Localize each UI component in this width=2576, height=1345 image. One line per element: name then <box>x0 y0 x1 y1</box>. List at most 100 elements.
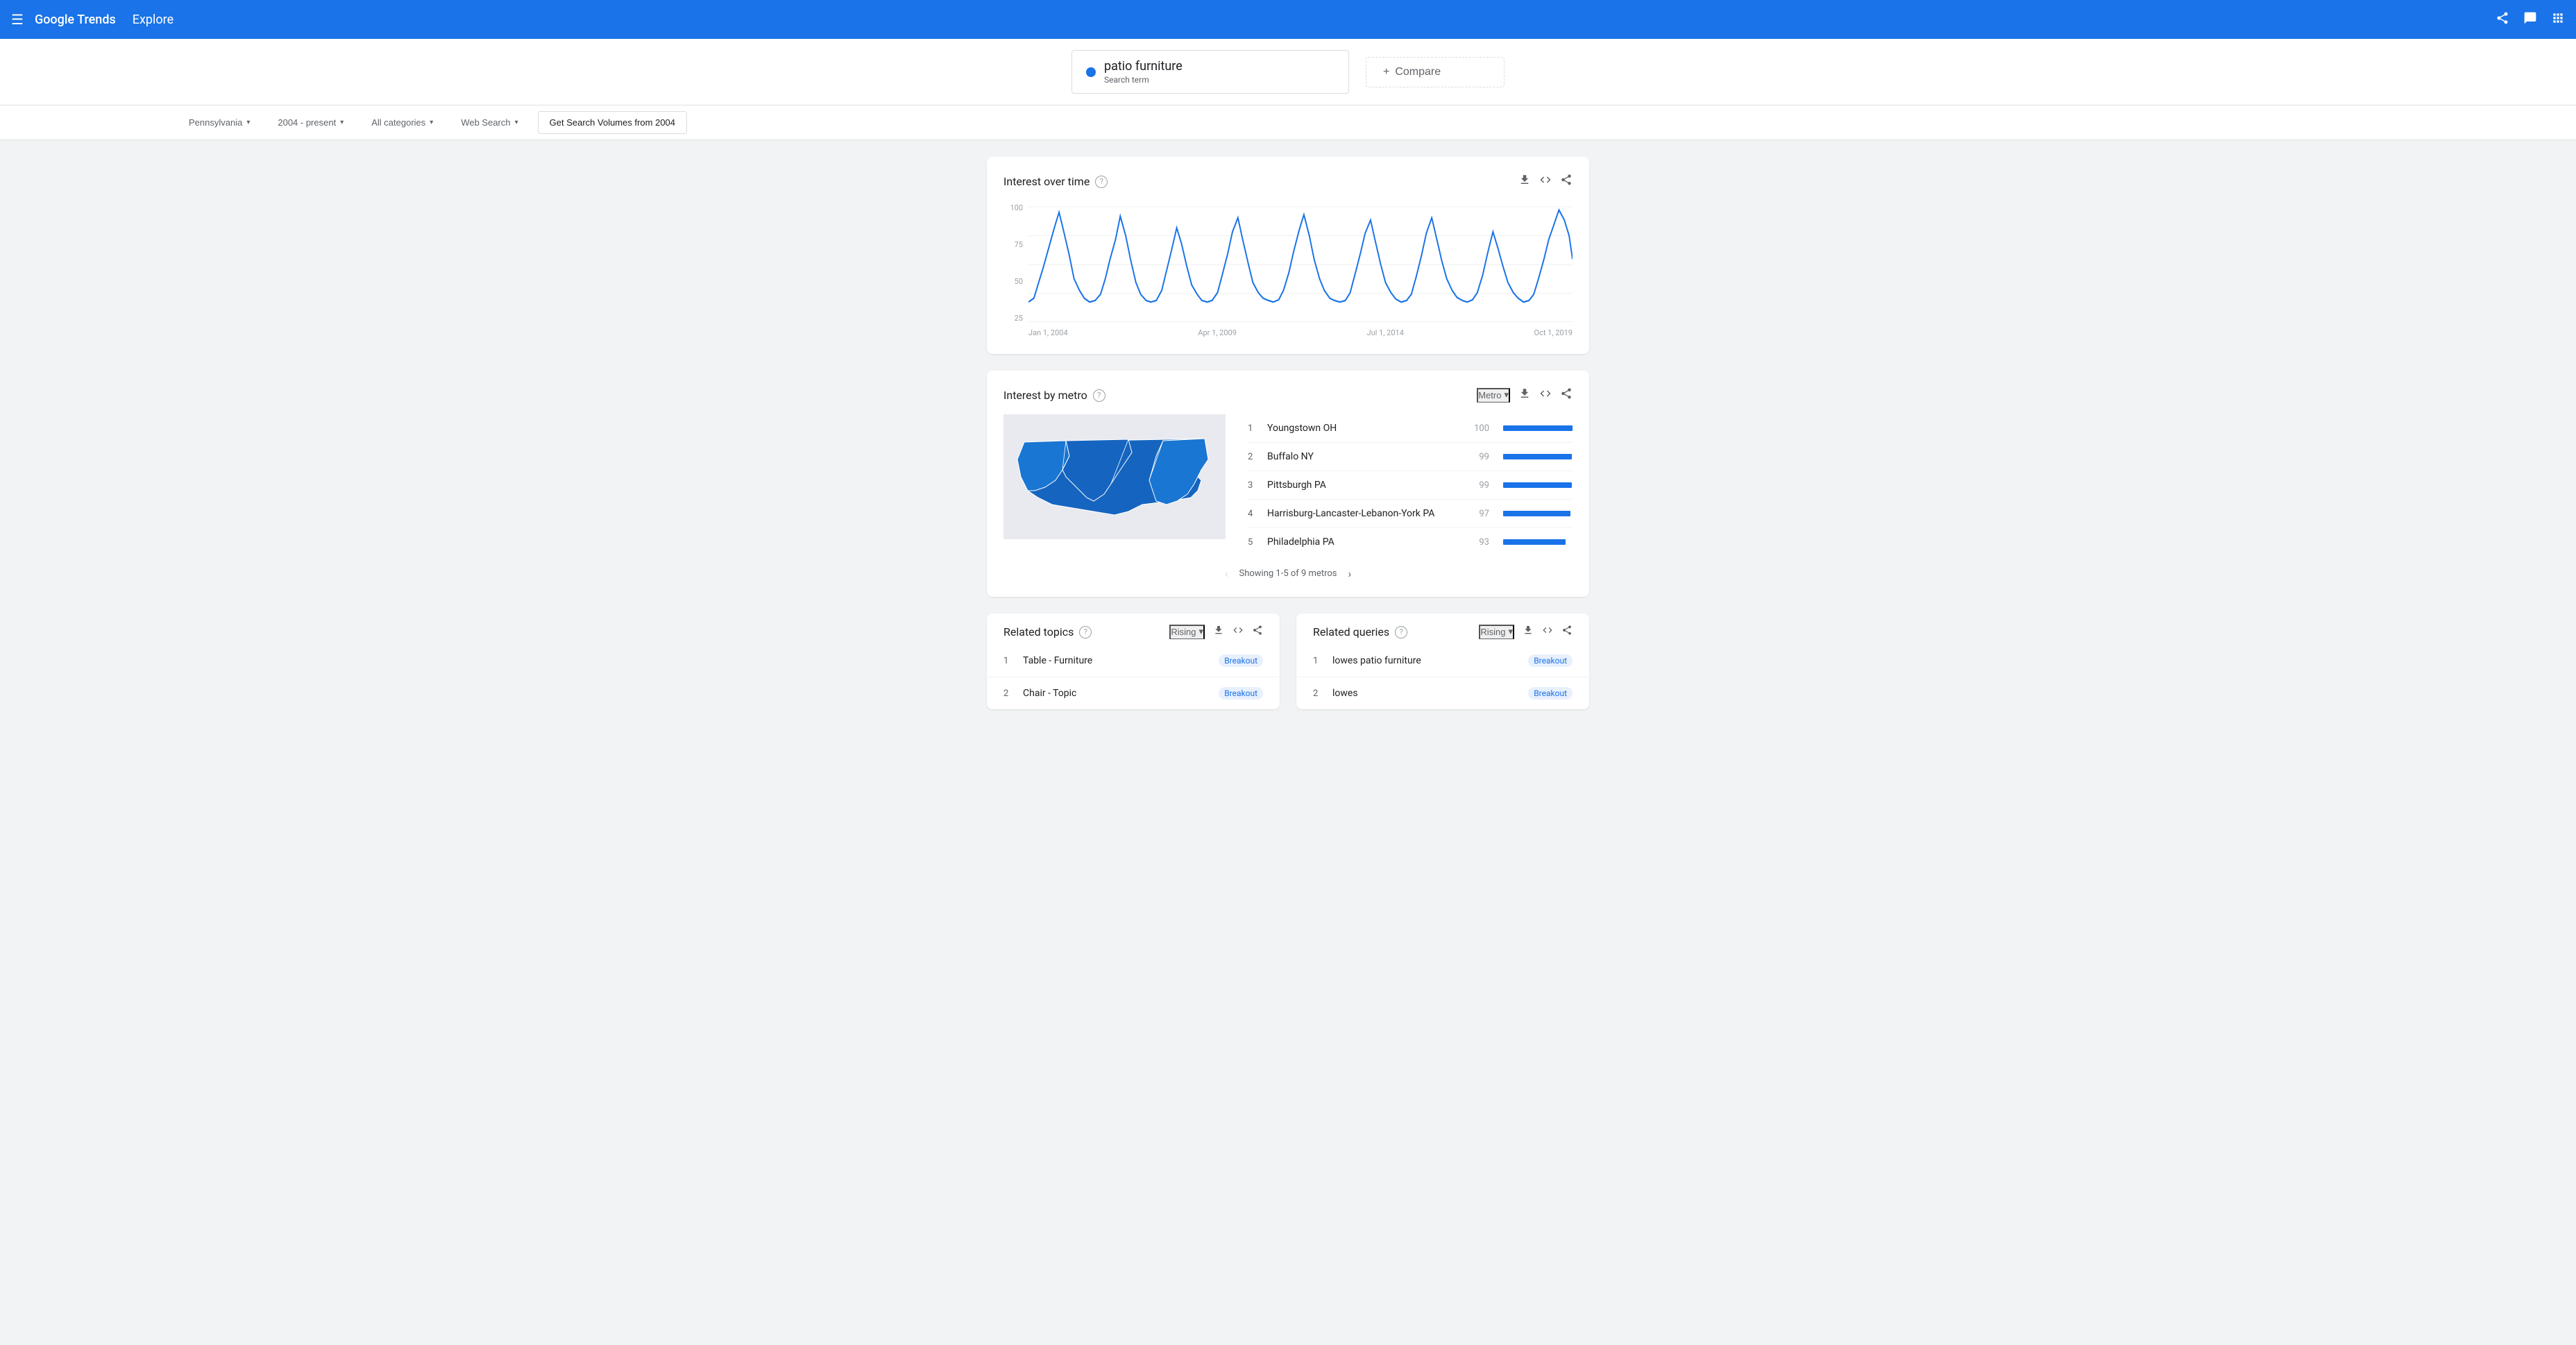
related-topic-badge-2: Breakout <box>1219 687 1263 700</box>
pagination-prev[interactable]: ‹ <box>1225 567 1228 580</box>
related-topic-rank-1: 1 <box>1003 656 1015 666</box>
category-filter[interactable]: All categories ▾ <box>363 113 441 132</box>
related-topics-filter[interactable]: Rising ▾ <box>1169 625 1205 639</box>
y-label-75: 75 <box>1003 240 1023 249</box>
metro-value-1: 100 <box>1470 423 1489 434</box>
related-query-item-1: 1 lowes patio furniture Breakout <box>1296 645 1589 677</box>
related-topics-help[interactable]: ? <box>1079 626 1092 638</box>
search-type-filter[interactable]: Web Search ▾ <box>452 113 526 132</box>
metro-item-4: 4 Harrisburg-Lancaster-Lebanon-York PA 9… <box>1248 500 1573 528</box>
metro-rank-5: 5 <box>1248 537 1259 548</box>
interest-over-time-help[interactable]: ? <box>1095 176 1108 188</box>
map-container <box>1003 414 1226 539</box>
region-filter[interactable]: Pennsylvania ▾ <box>180 113 258 132</box>
interest-by-metro-header: Interest by metro ? Metro ▾ <box>1003 387 1573 403</box>
embed-icon[interactable] <box>1539 174 1552 189</box>
search-term-indicator <box>1086 67 1096 77</box>
pennsylvania-map <box>1003 414 1226 539</box>
metro-rank-1: 1 <box>1248 423 1259 434</box>
metro-list: 1 Youngstown OH 100 2 Buffalo NY 99 <box>1248 414 1573 556</box>
related-queries-help[interactable]: ? <box>1395 626 1407 638</box>
time-filter[interactable]: 2004 - present ▾ <box>269 113 352 132</box>
header-icons <box>2496 11 2565 28</box>
metro-download-icon[interactable] <box>1518 387 1531 403</box>
search-term-box[interactable]: patio furniture Search term <box>1071 50 1349 94</box>
time-chevron: ▾ <box>340 119 344 126</box>
metro-filter-button[interactable]: Metro ▾ <box>1477 388 1510 403</box>
metro-pagination: ‹ Showing 1-5 of 9 metros › <box>1003 556 1573 580</box>
compare-button[interactable]: + Compare <box>1366 57 1505 87</box>
metro-name-5: Philadelphia PA <box>1267 536 1461 548</box>
main-content: Interest over time ? 100 75 <box>976 140 1600 726</box>
related-topics-filter-label: Rising <box>1171 627 1196 637</box>
get-volumes-button[interactable]: Get Search Volumes from 2004 <box>538 111 687 134</box>
related-queries-download-icon[interactable] <box>1523 625 1534 639</box>
metro-value-5: 93 <box>1470 537 1489 548</box>
y-label-100: 100 <box>1003 203 1023 212</box>
metro-bar-3 <box>1503 482 1572 488</box>
metro-bar-5 <box>1503 539 1566 545</box>
related-queries-share-icon[interactable] <box>1561 625 1573 639</box>
metro-name-2: Buffalo NY <box>1267 451 1461 462</box>
related-topic-badge-1: Breakout <box>1219 654 1263 667</box>
related-topics-embed-icon[interactable] <box>1232 625 1244 639</box>
download-icon[interactable] <box>1518 174 1531 189</box>
metro-bar-container-3 <box>1503 482 1573 488</box>
related-topic-name-2: Chair - Topic <box>1023 688 1210 699</box>
related-queries-header: Related queries ? Rising ▾ <box>1296 614 1589 645</box>
metro-filter-label: Metro <box>1478 390 1501 400</box>
metro-embed-icon[interactable] <box>1539 387 1552 403</box>
pagination-next[interactable]: › <box>1348 567 1352 580</box>
metro-content: 1 Youngstown OH 100 2 Buffalo NY 99 <box>1003 414 1573 556</box>
interest-over-time-actions <box>1518 174 1573 189</box>
metro-bar-1 <box>1503 425 1573 431</box>
apps-icon[interactable] <box>2551 11 2565 28</box>
related-topics-actions: Rising ▾ <box>1169 625 1263 639</box>
search-type-chevron: ▾ <box>515 119 518 126</box>
metro-bar-2 <box>1503 454 1572 459</box>
chart-svg-wrapper <box>1028 201 1573 325</box>
metro-bar-4 <box>1503 511 1570 516</box>
menu-icon[interactable]: ☰ <box>11 11 24 28</box>
related-query-badge-1: Breakout <box>1528 654 1573 667</box>
metro-rank-3: 3 <box>1248 480 1259 491</box>
y-label-50: 50 <box>1003 277 1023 286</box>
related-queries-title: Related queries ? <box>1313 625 1407 638</box>
related-queries-filter-label: Rising <box>1480 627 1505 637</box>
metro-bar-container-5 <box>1503 539 1573 545</box>
feedback-icon[interactable] <box>2523 11 2537 28</box>
related-queries-card: Related queries ? Rising ▾ <box>1296 614 1589 709</box>
share-icon[interactable] <box>2496 11 2509 28</box>
category-label: All categories <box>371 117 425 128</box>
related-queries-filter[interactable]: Rising ▾ <box>1479 625 1514 639</box>
x-label-2004: Jan 1, 2004 <box>1028 328 1068 337</box>
related-topics-header: Related topics ? Rising ▾ <box>987 614 1280 645</box>
related-topics-title: Related topics ? <box>1003 625 1092 638</box>
metro-item-2: 2 Buffalo NY 99 <box>1248 443 1573 471</box>
x-label-2009: Apr 1, 2009 <box>1198 328 1237 337</box>
compare-label: Compare <box>1395 66 1441 78</box>
metro-value-4: 97 <box>1470 509 1489 519</box>
interest-over-time-card: Interest over time ? 100 75 <box>987 157 1589 354</box>
metro-bar-container-1 <box>1503 425 1573 431</box>
related-topics-share-icon[interactable] <box>1252 625 1263 639</box>
interest-by-metro-title: Interest by metro ? <box>1003 389 1105 402</box>
related-query-name-2: lowes <box>1332 688 1520 699</box>
related-queries-embed-icon[interactable] <box>1542 625 1553 639</box>
related-query-badge-2: Breakout <box>1528 687 1573 700</box>
share-chart-icon[interactable] <box>1560 174 1573 189</box>
metro-name-3: Pittsburgh PA <box>1267 480 1461 491</box>
related-topics-download-icon[interactable] <box>1213 625 1224 639</box>
interest-over-time-header: Interest over time ? <box>1003 174 1573 189</box>
filters-area: Pennsylvania ▾ 2004 - present ▾ All cate… <box>0 105 2576 140</box>
related-topics-chevron: ▾ <box>1198 626 1203 637</box>
metro-share-icon[interactable] <box>1560 387 1573 403</box>
plus-icon: + <box>1383 66 1389 78</box>
search-term-info: patio furniture Search term <box>1104 59 1183 85</box>
metro-value-2: 99 <box>1470 452 1489 462</box>
search-term-type: Search term <box>1104 75 1183 85</box>
metro-item-5: 5 Philadelphia PA 93 <box>1248 528 1573 556</box>
metro-name-4: Harrisburg-Lancaster-Lebanon-York PA <box>1267 508 1461 519</box>
interest-by-metro-help[interactable]: ? <box>1093 389 1105 402</box>
region-chevron: ▾ <box>246 119 250 126</box>
